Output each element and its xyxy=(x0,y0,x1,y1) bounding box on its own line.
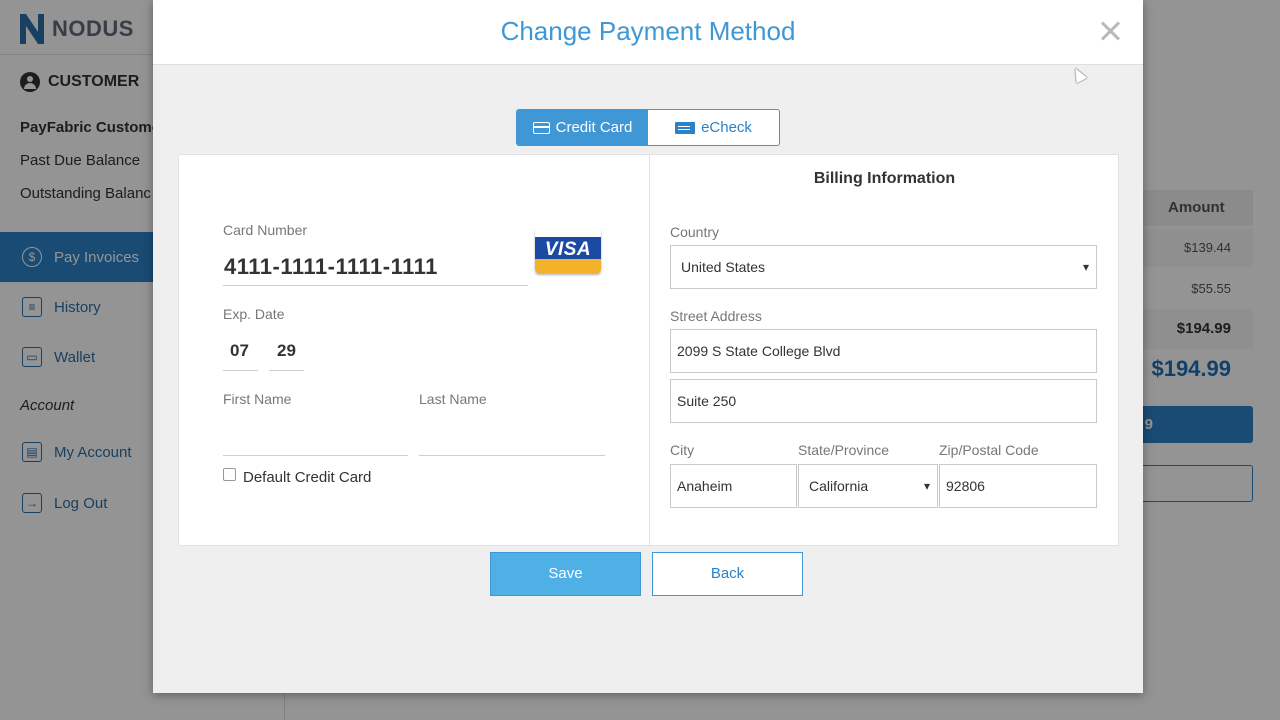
default-card-label: Default Credit Card xyxy=(243,469,372,486)
street-address-2-field[interactable]: Suite 250 xyxy=(670,379,1097,423)
card-number-label: Card Number xyxy=(223,222,308,238)
modal-header: Change Payment Method xyxy=(153,0,1143,65)
city-label: City xyxy=(670,442,695,458)
close-icon[interactable] xyxy=(1097,18,1123,44)
panel-divider xyxy=(649,155,650,547)
street-address-1-field[interactable]: 2099 S State College Blvd xyxy=(670,329,1097,373)
billing-title: Billing Information xyxy=(813,170,956,187)
payment-type-tabs: Credit Card eCheck xyxy=(516,109,780,146)
tab-echeck[interactable]: eCheck xyxy=(648,110,779,145)
country-label: Country xyxy=(670,224,720,240)
first-name-label: First Name xyxy=(223,391,292,407)
zip-field[interactable]: 92806 xyxy=(939,464,1097,508)
tab-label: eCheck xyxy=(701,119,752,136)
exp-year-field[interactable]: 29 xyxy=(277,341,296,361)
state-select[interactable]: California xyxy=(798,464,938,508)
default-card-checkbox[interactable] xyxy=(223,468,236,481)
street-address-label: Street Address xyxy=(670,308,762,324)
back-button[interactable]: Back xyxy=(652,552,803,596)
exp-date-label: Exp. Date xyxy=(223,306,285,322)
save-button[interactable]: Save xyxy=(490,552,641,596)
credit-card-icon xyxy=(532,121,550,134)
tab-label: Credit Card xyxy=(555,119,633,136)
change-payment-modal: Change Payment Method Credit Card eCheck… xyxy=(153,0,1143,693)
exp-month-field[interactable]: 07 xyxy=(230,341,249,361)
card-number-field[interactable]: 4111-1111-1111-1111 xyxy=(224,254,438,280)
check-icon xyxy=(675,121,696,134)
card-number-underline xyxy=(223,285,528,286)
city-field[interactable]: Anaheim xyxy=(670,464,797,508)
last-name-underline xyxy=(419,455,605,456)
payment-form-panel: Card Number 4111-1111-1111-1111 VISA Exp… xyxy=(178,154,1119,547)
card-brand: VISA xyxy=(544,239,592,260)
country-select[interactable]: United States xyxy=(670,245,1097,289)
state-label: State/Province xyxy=(798,442,890,458)
zip-label: Zip/Postal Code xyxy=(939,442,1039,458)
tab-credit-card[interactable]: Credit Card xyxy=(517,110,648,145)
modal-title: Change Payment Method xyxy=(500,16,796,46)
first-name-underline xyxy=(223,455,408,456)
exp-year-underline xyxy=(269,370,304,371)
exp-month-underline xyxy=(223,370,258,371)
visa-logo: VISA xyxy=(535,227,601,273)
last-name-label: Last Name xyxy=(419,391,487,407)
